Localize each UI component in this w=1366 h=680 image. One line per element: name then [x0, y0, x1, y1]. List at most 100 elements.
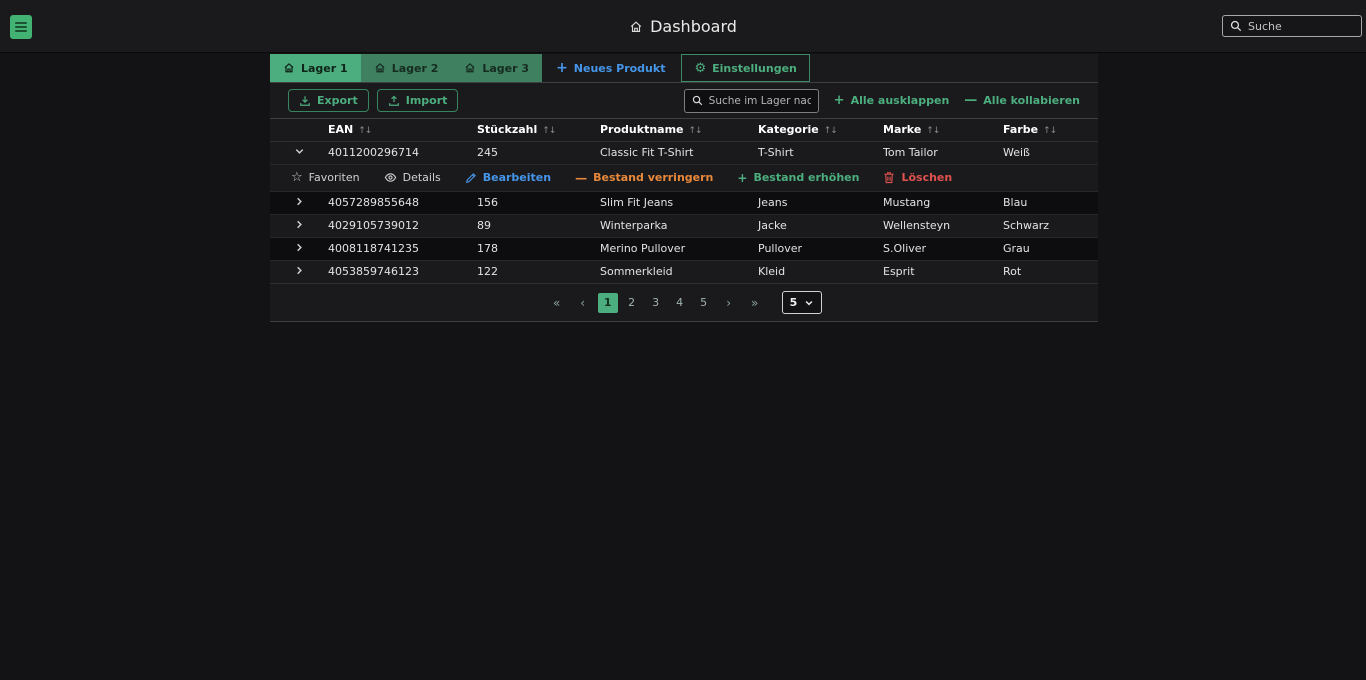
page-button-4[interactable]: 4 — [670, 293, 690, 313]
page-button-5[interactable]: 5 — [694, 293, 714, 313]
sort-icon: ↑↓ — [823, 126, 838, 137]
tab-label: Lager 1 — [301, 61, 348, 75]
plus-icon: + — [833, 93, 845, 108]
cell-stueckzahl: 89 — [477, 213, 600, 237]
table-row[interactable]: 4053859746123 122 Sommerkleid Kleid Espr… — [270, 259, 1098, 283]
pagination: « ‹ 1 2 3 4 5 › » 5 — [270, 283, 1098, 321]
page-title-text: Dashboard — [650, 17, 737, 36]
cell-stueckzahl: 178 — [477, 236, 600, 260]
page-button-1[interactable]: 1 — [597, 292, 618, 313]
cell-produktname: Classic Fit T-Shirt — [600, 140, 758, 164]
cell-farbe: Rot — [1003, 259, 1098, 283]
import-button[interactable]: Import — [376, 89, 459, 112]
delete-button[interactable]: Löschen — [883, 171, 952, 184]
decrease-stock-button[interactable]: — Bestand verringern — [575, 171, 713, 184]
minus-icon: — — [575, 170, 588, 185]
details-button[interactable]: Details — [384, 171, 441, 184]
cell-marke: Mustang — [883, 190, 1003, 214]
sort-icon: ↑↓ — [688, 126, 703, 137]
minus-icon: — — [964, 93, 978, 108]
last-page-button[interactable]: » — [744, 293, 766, 313]
tab-lager-2[interactable]: Lager 2 — [360, 54, 452, 82]
cell-stueckzahl: 122 — [477, 259, 600, 283]
cell-kategorie: Pullover — [758, 236, 883, 260]
settings-button[interactable]: ⚙ Einstellungen — [681, 54, 810, 82]
chevron-down-icon[interactable] — [294, 146, 305, 157]
tab-lager-3[interactable]: Lager 3 — [451, 54, 543, 82]
cell-farbe: Schwarz — [1003, 213, 1098, 237]
page-title: Dashboard — [0, 0, 1366, 53]
increase-stock-button[interactable]: + Bestand erhöhen — [737, 171, 859, 184]
chevron-right-icon[interactable] — [294, 196, 305, 207]
global-search-input[interactable] — [1248, 19, 1354, 33]
gear-icon: ⚙ — [694, 60, 707, 76]
home-icon — [283, 62, 295, 74]
import-label: Import — [405, 94, 448, 107]
eye-icon — [384, 171, 397, 184]
lager-search-input[interactable] — [708, 94, 811, 107]
collapse-all-label: Alle kollabieren — [983, 94, 1080, 107]
cell-ean: 4053859746123 — [328, 259, 477, 283]
hamburger-menu-button[interactable] — [10, 15, 32, 39]
pencil-icon — [465, 172, 477, 184]
cell-stueckzahl: 245 — [477, 140, 600, 164]
column-header-ean[interactable]: EAN ↑↓ — [328, 119, 477, 142]
column-header-marke[interactable]: Marke ↑↓ — [883, 119, 1003, 142]
page-size-select[interactable]: 5 — [781, 291, 823, 314]
hamburger-icon — [15, 22, 27, 24]
edit-button[interactable]: Bearbeiten — [465, 171, 551, 184]
page-size-value: 5 — [789, 296, 798, 309]
cell-marke: Esprit — [883, 259, 1003, 283]
cell-farbe: Blau — [1003, 190, 1098, 214]
new-product-button[interactable]: + Neues Produkt — [542, 54, 679, 82]
next-page-button[interactable]: › — [718, 293, 740, 313]
plus-icon: + — [737, 170, 748, 185]
tab-lager-1[interactable]: Lager 1 — [270, 54, 361, 82]
cell-produktname: Winterparka — [600, 213, 758, 237]
cell-ean: 4008118741235 — [328, 236, 477, 260]
chevron-right-icon[interactable] — [294, 219, 305, 230]
table-toolbar: Export Import + — [270, 83, 1098, 119]
cell-produktname: Slim Fit Jeans — [600, 190, 758, 214]
cell-ean: 4029105739012 — [328, 213, 477, 237]
favorites-button[interactable]: ☆ Favoriten — [291, 171, 360, 184]
chevron-right-icon[interactable] — [294, 265, 305, 276]
page-button-3[interactable]: 3 — [646, 293, 666, 313]
global-search[interactable] — [1222, 15, 1362, 37]
sort-icon: ↑↓ — [542, 126, 556, 137]
tab-label: Lager 2 — [391, 61, 439, 75]
cell-kategorie: Kleid — [758, 259, 883, 283]
home-icon — [374, 62, 386, 74]
sort-icon: ↑↓ — [926, 126, 940, 137]
table-row[interactable]: 4057289855648 156 Slim Fit Jeans Jeans M… — [270, 190, 1098, 214]
expand-all-button[interactable]: + Alle ausklappen — [834, 93, 950, 108]
inventory-table: EAN ↑↓ Stückzahl ↑↓ Produktname ↑↓ Kategori… — [270, 119, 1098, 283]
cell-marke: Tom Tailor — [883, 140, 1003, 164]
page-button-2[interactable]: 2 — [622, 293, 642, 313]
cell-produktname: Merino Pullover — [600, 236, 758, 260]
prev-page-button[interactable]: ‹ — [572, 293, 594, 313]
export-button[interactable]: Export — [288, 89, 369, 112]
tab-label: Lager 3 — [482, 61, 530, 75]
lager-search[interactable] — [683, 88, 819, 113]
cell-marke: S.Oliver — [883, 236, 1003, 260]
first-page-button[interactable]: « — [546, 293, 568, 313]
cell-marke: Wellensteyn — [883, 213, 1003, 237]
column-header-produktname[interactable]: Produktname ↑↓ — [600, 119, 758, 142]
column-header-kategorie[interactable]: Kategorie ↑↓ — [758, 119, 883, 142]
download-icon — [299, 95, 311, 107]
table-row[interactable]: 4029105739012 89 Winterparka Jacke Welle… — [270, 213, 1098, 237]
sort-icon: ↑↓ — [358, 126, 372, 137]
filter-group: + Alle ausklappen — Alle kollabieren — [683, 88, 1080, 113]
chevron-right-icon[interactable] — [294, 242, 305, 253]
column-header-farbe[interactable]: Farbe ↑↓ — [1003, 119, 1098, 142]
table-row[interactable]: 4008118741235 178 Merino Pullover Pullov… — [270, 236, 1098, 260]
settings-label: Einstellungen — [712, 61, 797, 75]
collapse-all-button[interactable]: — Alle kollabieren — [964, 93, 1080, 108]
cell-produktname: Sommerkleid — [600, 259, 758, 283]
table-row[interactable]: 4011200296714 245 Classic Fit T-Shirt T-… — [270, 140, 1098, 164]
cell-kategorie: Jacke — [758, 213, 883, 237]
expand-all-label: Alle ausklappen — [850, 94, 950, 107]
expand-column-header — [270, 119, 328, 142]
column-header-stueckzahl[interactable]: Stückzahl ↑↓ — [477, 119, 600, 142]
